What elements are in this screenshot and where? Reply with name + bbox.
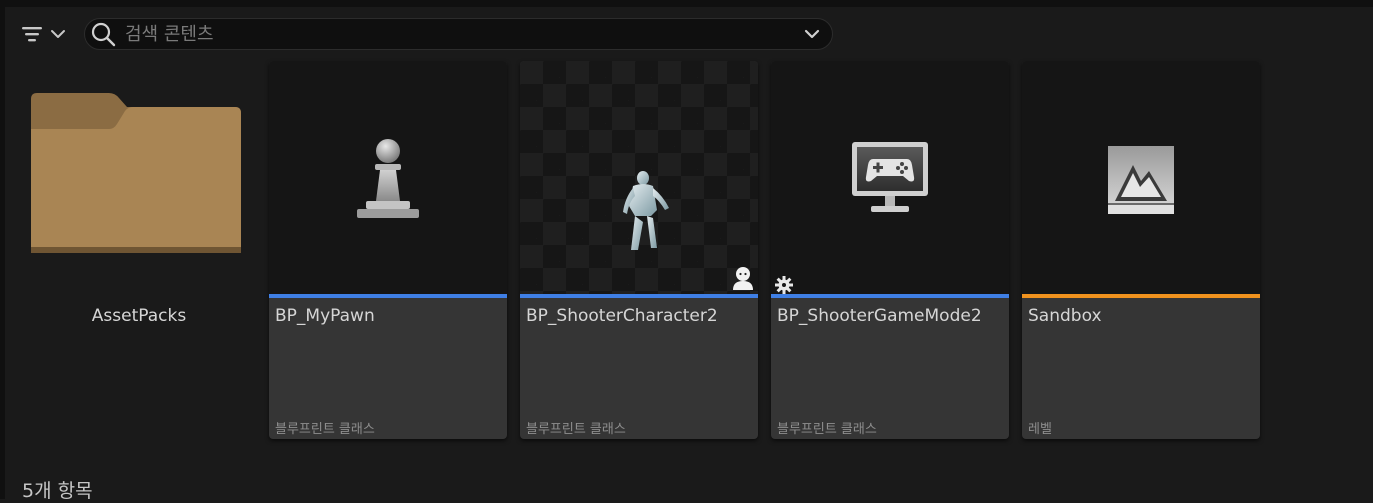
- asset-name: Sandbox: [1028, 306, 1102, 326]
- folder-name: AssetPacks: [91, 306, 187, 326]
- asset-tile-bp-mypawn[interactable]: BP_MyPawn 블루프린트 클래스: [269, 61, 507, 439]
- asset-type-label: 블루프린트 클래스: [526, 422, 626, 437]
- asset-tile-sandbox[interactable]: Sandbox 레벨: [1022, 61, 1260, 439]
- asset-name: BP_ShooterCharacter2: [526, 306, 718, 326]
- search-box: [84, 18, 833, 50]
- character-mannequin-icon: [623, 171, 669, 250]
- folder-icon: [31, 93, 241, 253]
- asset-type-color-bar: [269, 294, 507, 298]
- filter-dropdown-button[interactable]: [20, 18, 72, 50]
- game-mode-monitor-icon: [852, 142, 928, 212]
- folder-tile-assetpacks[interactable]: AssetPacks: [27, 61, 265, 439]
- chevron-down-icon: [51, 30, 65, 38]
- character-badge-icon: [733, 267, 753, 290]
- asset-type-color-bar: [520, 294, 758, 298]
- asset-tile-bp-shootergamemode2[interactable]: BP_ShooterGameMode2 블루프린트 클래스: [771, 61, 1009, 439]
- asset-name: BP_ShooterGameMode2: [777, 306, 982, 326]
- search-input[interactable]: [125, 20, 802, 48]
- asset-type-label: 블루프린트 클래스: [275, 422, 375, 437]
- asset-type-color-bar: [1022, 294, 1260, 298]
- asset-name: BP_MyPawn: [275, 306, 375, 326]
- pawn-icon: [357, 139, 419, 218]
- asset-thumbnail: [771, 61, 1009, 294]
- search-icon: [91, 22, 116, 47]
- level-icon: [1108, 146, 1174, 214]
- left-border: [0, 0, 5, 499]
- cog-badge-icon: [775, 276, 793, 294]
- asset-type-label: 레벨: [1028, 422, 1052, 437]
- filter-icon: [22, 27, 42, 42]
- search-history-dropdown-icon[interactable]: [802, 24, 822, 44]
- asset-thumbnail: [269, 61, 507, 294]
- asset-thumbnail: [1022, 61, 1260, 294]
- content-browser-toolbar: [20, 18, 833, 50]
- asset-type-label: 블루프린트 클래스: [777, 422, 877, 437]
- top-border: [0, 0, 1373, 7]
- asset-thumbnail: [520, 61, 758, 294]
- asset-type-color-bar: [771, 294, 1009, 298]
- asset-tile-bp-shootercharacter2[interactable]: BP_ShooterCharacter2 블루프린트 클래스: [520, 61, 758, 439]
